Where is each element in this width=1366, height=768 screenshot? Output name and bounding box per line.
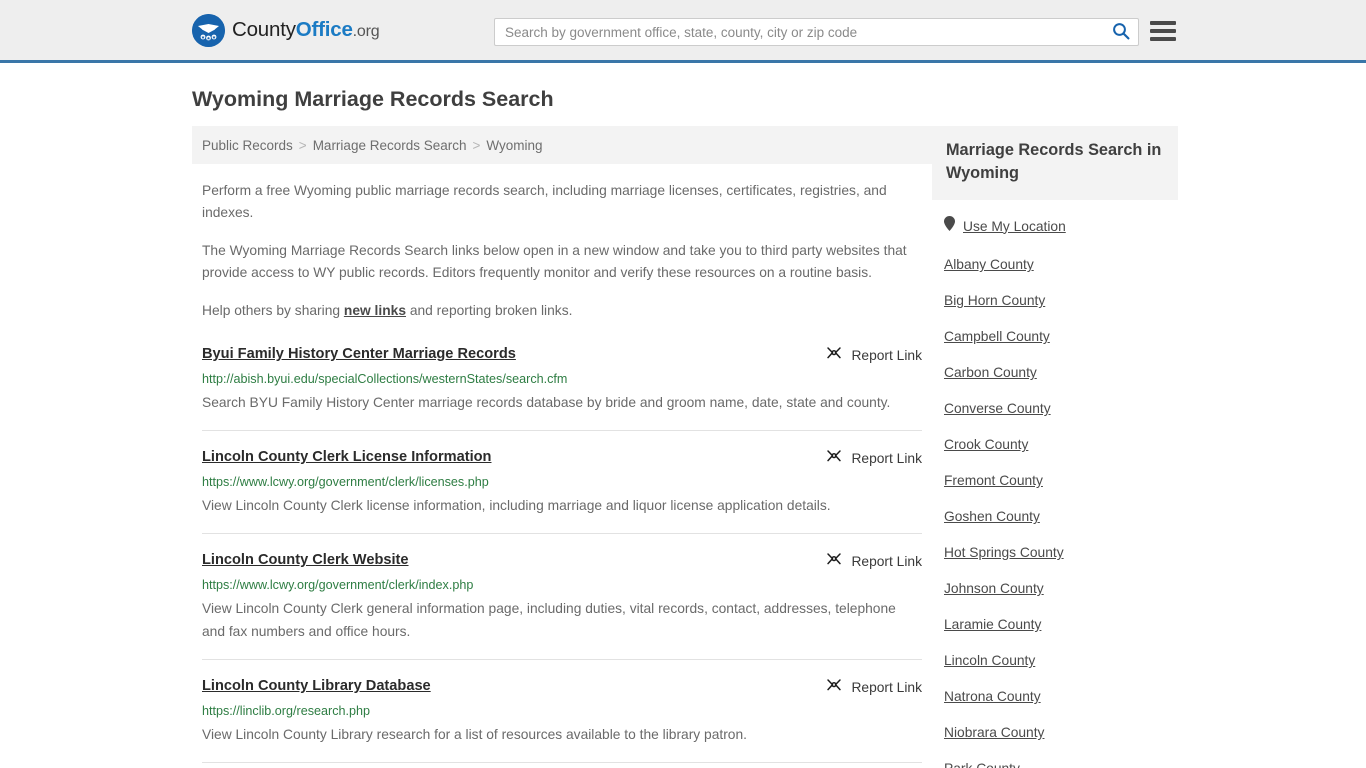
report-link-button[interactable]: Report Link xyxy=(826,448,922,469)
result-item: Byui Family History Center Marriage Reco… xyxy=(202,344,922,431)
result-url[interactable]: http://abish.byui.edu/specialCollections… xyxy=(202,371,922,388)
report-link-button[interactable]: Report Link xyxy=(826,551,922,572)
sidebar-item-label[interactable]: Albany County xyxy=(944,257,1034,272)
report-link-label: Report Link xyxy=(851,680,922,695)
broken-link-icon xyxy=(826,345,842,366)
sidebar-item-goshen-county[interactable]: Goshen County xyxy=(944,509,1178,524)
sidebar-item-label[interactable]: Johnson County xyxy=(944,581,1044,596)
page-container: Wyoming Marriage Records Search Public R… xyxy=(0,87,1366,768)
sidebar-item-niobrara-county[interactable]: Niobrara County xyxy=(944,725,1178,740)
broken-link-icon xyxy=(826,551,842,572)
breadcrumb-item-marriage-records-search[interactable]: Marriage Records Search xyxy=(313,138,467,153)
sidebar-item-label[interactable]: Natrona County xyxy=(944,689,1041,704)
broken-link-icon xyxy=(826,677,842,698)
logo-word-office: Office xyxy=(295,18,353,41)
logo-wordmark: CountyOffice.org xyxy=(232,18,380,42)
site-logo[interactable]: CountyOffice.org xyxy=(192,13,380,47)
sidebar-item-natrona-county[interactable]: Natrona County xyxy=(944,689,1178,704)
main-content: Public Records > Marriage Records Search… xyxy=(192,126,932,768)
report-link-button[interactable]: Report Link xyxy=(826,677,922,698)
sidebar-item-albany-county[interactable]: Albany County xyxy=(944,257,1178,272)
result-description: View Lincoln County Library research for… xyxy=(202,727,747,742)
result-item: Lincoln County Library Database Report L… xyxy=(202,676,922,763)
result-title-link[interactable]: Byui Family History Center Marriage Reco… xyxy=(202,344,516,364)
sidebar-item-label[interactable]: Big Horn County xyxy=(944,293,1045,308)
sidebar-item-johnson-county[interactable]: Johnson County xyxy=(944,581,1178,596)
breadcrumb-item-public-records[interactable]: Public Records xyxy=(202,138,293,153)
results-list: Byui Family History Center Marriage Reco… xyxy=(192,344,932,768)
sidebar-item-label[interactable]: Hot Springs County xyxy=(944,545,1064,560)
new-links-link[interactable]: new links xyxy=(344,303,406,318)
site-header: CountyOffice.org xyxy=(0,0,1366,63)
intro-paragraph-2: The Wyoming Marriage Records Search link… xyxy=(202,243,907,280)
breadcrumb-separator: > xyxy=(298,137,307,153)
result-title-link[interactable]: Lincoln County Clerk Website xyxy=(202,550,409,570)
sidebar-item-label[interactable]: Carbon County xyxy=(944,365,1037,380)
report-link-label: Report Link xyxy=(851,451,922,466)
hamburger-bar xyxy=(1150,29,1176,33)
search-button[interactable] xyxy=(1104,19,1138,45)
sidebar-item-big-horn-county[interactable]: Big Horn County xyxy=(944,293,1178,308)
sidebar-item-hot-springs-county[interactable]: Hot Springs County xyxy=(944,545,1178,560)
result-url[interactable]: https://www.lcwy.org/government/clerk/li… xyxy=(202,474,922,491)
report-link-label: Report Link xyxy=(851,554,922,569)
breadcrumb-separator: > xyxy=(472,137,481,153)
sidebar-header-box: Marriage Records Search in Wyoming xyxy=(932,126,1178,200)
sidebar-item-label[interactable]: Goshen County xyxy=(944,509,1040,524)
eagle-shield-logo-icon xyxy=(192,13,225,47)
sidebar-item-park-county[interactable]: Park County xyxy=(944,761,1178,768)
result-description: View Lincoln County Clerk general inform… xyxy=(202,601,896,639)
sidebar-item-converse-county[interactable]: Converse County xyxy=(944,401,1178,416)
breadcrumb-item-wyoming: Wyoming xyxy=(486,137,543,153)
result-description: View Lincoln County Clerk license inform… xyxy=(202,498,831,513)
sidebar: Marriage Records Search in Wyoming Use M… xyxy=(932,126,1178,768)
sidebar-item-fremont-county[interactable]: Fremont County xyxy=(944,473,1178,488)
search-bar xyxy=(494,18,1139,46)
search-icon xyxy=(1112,22,1130,43)
hamburger-menu-icon[interactable] xyxy=(1150,19,1176,43)
sidebar-item-label[interactable]: Lincoln County xyxy=(944,653,1035,668)
sidebar-item-crook-county[interactable]: Crook County xyxy=(944,437,1178,452)
broken-link-icon xyxy=(826,448,842,469)
sidebar-item-campbell-county[interactable]: Campbell County xyxy=(944,329,1178,344)
sidebar-item-label[interactable]: Campbell County xyxy=(944,329,1050,344)
sidebar-item-lincoln-county[interactable]: Lincoln County xyxy=(944,653,1178,668)
sidebar-item-label[interactable]: Laramie County xyxy=(944,617,1041,632)
intro-p3-after: and reporting broken links. xyxy=(406,303,573,318)
sidebar-item-label[interactable]: Fremont County xyxy=(944,473,1043,488)
result-title-link[interactable]: Lincoln County Library Database xyxy=(202,676,431,696)
map-pin-icon xyxy=(944,216,955,236)
result-description: Search BYU Family History Center marriag… xyxy=(202,395,891,410)
page-title: Wyoming Marriage Records Search xyxy=(192,87,554,111)
sidebar-item-use-my-location[interactable]: Use My Location xyxy=(944,216,1178,236)
report-link-button[interactable]: Report Link xyxy=(826,345,922,366)
hamburger-bar xyxy=(1150,37,1176,41)
hamburger-bar xyxy=(1150,21,1176,25)
result-item: Lincoln County Clerk Website Report Link xyxy=(202,550,922,660)
sidebar-item-laramie-county[interactable]: Laramie County xyxy=(944,617,1178,632)
breadcrumb: Public Records > Marriage Records Search… xyxy=(192,126,932,164)
intro-paragraph-1: Perform a free Wyoming public marriage r… xyxy=(202,183,887,220)
sidebar-title: Marriage Records Search in Wyoming xyxy=(946,141,1162,182)
sidebar-item-label[interactable]: Converse County xyxy=(944,401,1051,416)
result-url[interactable]: https://www.lcwy.org/government/clerk/in… xyxy=(202,577,922,594)
intro-p3-before: Help others by sharing xyxy=(202,303,344,318)
sidebar-item-label[interactable]: Use My Location xyxy=(963,219,1066,234)
intro-text: Perform a free Wyoming public marriage r… xyxy=(192,180,932,322)
sidebar-item-label[interactable]: Park County xyxy=(944,761,1020,768)
result-url[interactable]: https://linclib.org/research.php xyxy=(202,703,922,720)
logo-word-org: .org xyxy=(352,23,380,40)
logo-word-county: County xyxy=(232,18,296,41)
sidebar-item-label[interactable]: Crook County xyxy=(944,437,1028,452)
intro-paragraph-3: Help others by sharing new links and rep… xyxy=(192,300,932,322)
result-title-link[interactable]: Lincoln County Clerk License Information xyxy=(202,447,491,467)
sidebar-county-list: Use My Location Albany County Big Horn C… xyxy=(932,216,1178,768)
sidebar-item-carbon-county[interactable]: Carbon County xyxy=(944,365,1178,380)
search-input[interactable] xyxy=(495,19,1104,45)
sidebar-item-label[interactable]: Niobrara County xyxy=(944,725,1044,740)
report-link-label: Report Link xyxy=(851,348,922,363)
result-item: Lincoln County Clerk License Information… xyxy=(202,447,922,534)
